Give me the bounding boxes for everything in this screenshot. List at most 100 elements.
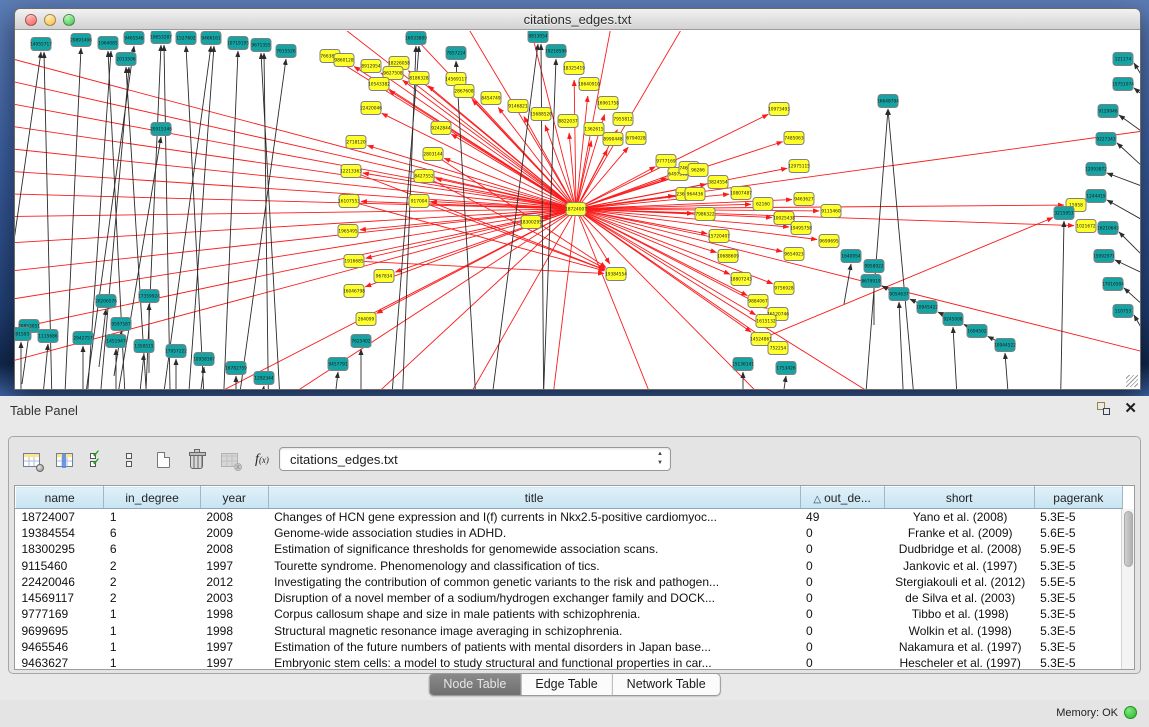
graph-node[interactable]: 9860128 <box>334 54 354 67</box>
graph-node[interactable]: 9463627 <box>794 193 814 206</box>
graph-node[interactable]: 8990448 <box>603 133 623 146</box>
graph-node[interactable]: 10653287 <box>150 31 172 44</box>
graph-node[interactable]: 9245008 <box>943 313 963 326</box>
graph-node[interactable]: 264099 <box>356 313 376 326</box>
graph-node[interactable]: 1694502 <box>967 325 987 338</box>
scrollbar-thumb[interactable] <box>1124 511 1133 567</box>
graph-node[interactable]: 8912954 <box>361 60 381 73</box>
graph-node[interactable]: 1964085 <box>98 37 118 50</box>
table-row[interactable]: 1938455462009Genome-wide association stu… <box>16 525 1123 541</box>
graph-node[interactable]: 9671355 <box>251 39 271 52</box>
close-panel-icon[interactable]: ✕ <box>1124 402 1137 415</box>
graph-node[interactable]: 1451947 <box>106 335 126 348</box>
graph-node[interactable]: 2718120 <box>346 136 366 149</box>
graph-node[interactable]: 96266 <box>688 164 708 177</box>
graph-node[interactable]: 9227343 <box>1096 133 1116 146</box>
graph-node[interactable]: 1362615 <box>584 123 604 136</box>
graph-node[interactable]: 16107553 <box>338 195 360 208</box>
table-row[interactable]: 946554611997Estimation of the future num… <box>16 639 1123 655</box>
column-header-in_degree[interactable]: in_degree <box>104 487 201 509</box>
window-titlebar[interactable]: citations_edges.txt <box>15 9 1140 30</box>
graph-node[interactable]: 7955812 <box>613 113 633 126</box>
graph-node[interactable]: 1115686 <box>38 330 58 343</box>
graph-node[interactable]: 9777169 <box>656 155 676 168</box>
column-header-year[interactable]: year <box>200 487 268 509</box>
graph-node[interactable]: 20206576 <box>95 295 117 308</box>
graph-node[interactable]: 9115460 <box>821 205 841 218</box>
tab-node-table[interactable]: Node Table <box>429 674 521 695</box>
graph-node[interactable]: 121174 <box>1113 53 1133 66</box>
tab-network-table[interactable]: Network Table <box>613 674 720 695</box>
table-row[interactable]: 2242004622012Investigating the contribut… <box>16 574 1123 590</box>
graph-node[interactable]: 9958922 <box>864 260 884 273</box>
window-resize-grip[interactable] <box>1126 375 1138 387</box>
graph-node[interactable]: 12093872 <box>1085 163 1107 176</box>
graph-node[interactable]: 3824554 <box>708 176 728 189</box>
graph-node[interactable]: 967834 <box>374 270 394 283</box>
graph-node[interactable]: 14055717 <box>30 38 52 51</box>
graph-node[interactable]: 10958167 <box>193 353 215 366</box>
graph-node[interactable]: 7485063 <box>784 132 804 145</box>
show-columns-icon[interactable] <box>54 451 74 469</box>
graph-node[interactable]: 1292344 <box>254 372 274 385</box>
graph-node[interactable]: 8186328 <box>409 72 429 85</box>
graph-node[interactable]: 7615526 <box>276 45 296 58</box>
table-row[interactable]: 977716911998Corpus callosum shape and si… <box>16 606 1123 622</box>
table-row[interactable]: 1456911722003Disruption of a novel membe… <box>16 590 1123 606</box>
graph-node[interactable]: 9242844 <box>431 122 451 135</box>
graph-node[interactable]: 964436 <box>685 188 705 201</box>
graph-node[interactable]: 15992971 <box>1093 250 1115 263</box>
graph-node[interactable]: 1916685 <box>344 255 364 268</box>
graph-node[interactable]: 17359924 <box>138 290 160 303</box>
table-selector-dropdown[interactable]: citations_edges.txt ▲▼ <box>279 447 671 471</box>
graph-node[interactable]: 16782759 <box>225 362 247 375</box>
graph-node[interactable]: 1350515 <box>134 340 154 353</box>
graph-node[interactable]: 10945422 <box>916 301 938 314</box>
graph-node[interactable]: 20891406 <box>70 34 92 47</box>
table-row[interactable]: 1830029562008Estimation of significance … <box>16 541 1123 557</box>
graph-node[interactable]: 17016504 <box>1102 278 1124 291</box>
graph-node[interactable]: 9654923 <box>784 248 804 261</box>
graph-node[interactable]: 7625402 <box>351 335 371 348</box>
network-canvas[interactable]: 14055717 20891406 1964085 9465546 10653287 15… <box>15 31 1140 390</box>
graph-node[interactable]: 22420046 <box>360 102 382 115</box>
table-row[interactable]: 911546021997Tourette syndrome. Phenomeno… <box>16 557 1123 573</box>
graph-node[interactable]: 17957222 <box>165 345 187 358</box>
graph-node[interactable]: 1640954 <box>841 250 861 263</box>
graph-node[interactable]: 9884067 <box>748 295 768 308</box>
graph-node[interactable]: 16961758 <box>597 97 619 110</box>
graph-node[interactable]: 10688609 <box>717 250 739 263</box>
graph-node[interactable]: 20915346 <box>150 123 172 136</box>
graph-node[interactable]: 2013506 <box>116 53 136 66</box>
graph-node[interactable]: 18640910 <box>578 78 600 91</box>
graph-node[interactable]: 391593 <box>15 328 31 341</box>
graph-node[interactable]: 18300295 <box>520 216 542 229</box>
graph-node[interactable]: 9466161 <box>201 32 221 45</box>
graph-node[interactable]: 7986322 <box>695 208 715 221</box>
graph-node[interactable]: 9465546 <box>124 32 144 45</box>
table-row[interactable]: 1872400712008Changes of HCN gene express… <box>16 509 1123 525</box>
graph-node[interactable]: 1021672 <box>1076 220 1096 233</box>
graph-node[interactable]: 1244419 <box>1086 190 1106 203</box>
memory-status-indicator[interactable] <box>1124 706 1137 719</box>
graph-node[interactable]: 15688520 <box>530 108 552 121</box>
column-header-short[interactable]: short <box>884 487 1034 509</box>
graph-node[interactable]: 10807487 <box>730 187 752 200</box>
graph-node[interactable]: 10543382 <box>368 78 390 91</box>
graph-node[interactable]: 12975115 <box>788 160 810 173</box>
graph-node[interactable]: 9129946 <box>1098 105 1118 118</box>
graph-node[interactable]: 8427552 <box>414 170 434 183</box>
graph-node[interactable]: 15136141 <box>732 358 754 371</box>
graph-node[interactable]: 12213363 <box>340 165 362 178</box>
graph-node[interactable]: 917004 <box>409 195 429 208</box>
column-header-pagerank[interactable]: pagerank <box>1034 487 1122 509</box>
graph-node[interactable]: 10944522 <box>994 339 1016 352</box>
graph-node[interactable]: 8813054 <box>528 31 548 43</box>
graph-node[interactable]: 16648794 <box>877 95 899 108</box>
graph-node[interactable]: 1527602 <box>176 32 196 45</box>
tab-edge-table[interactable]: Edge Table <box>521 674 612 695</box>
graph-node[interactable]: 15751074 <box>1112 78 1134 91</box>
clear-selection-icon[interactable] <box>120 451 140 469</box>
graph-node[interactable]: 16046798 <box>343 285 365 298</box>
graph-node[interactable]: 62160 <box>753 198 773 211</box>
